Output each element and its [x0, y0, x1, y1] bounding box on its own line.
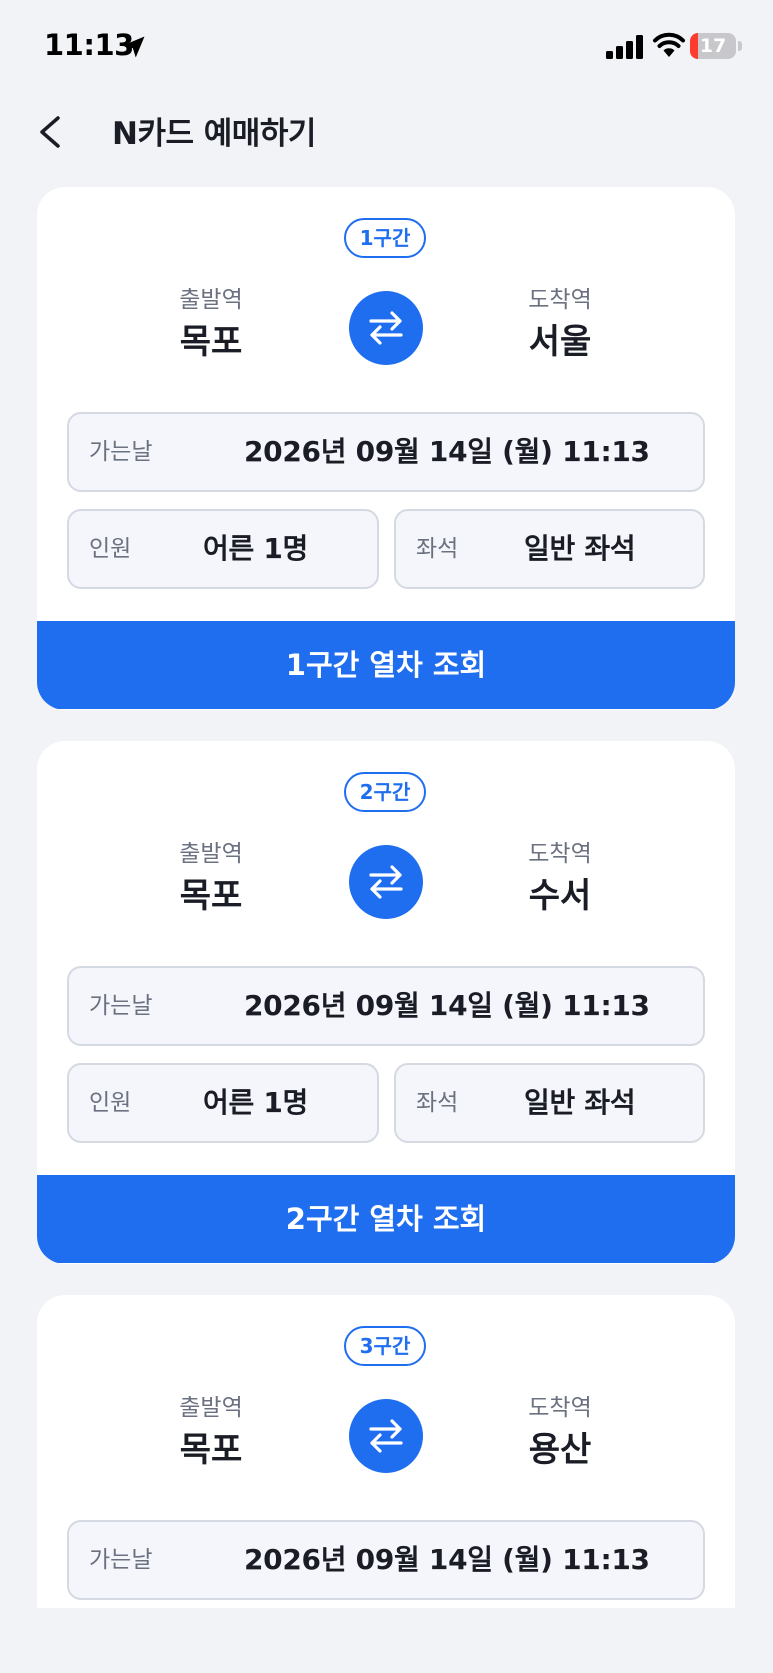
battery-level: 17 [699, 35, 727, 57]
seat-field[interactable]: 좌석 일반 좌석 [394, 1063, 705, 1143]
departure-label: 출발역 [179, 841, 243, 867]
swap-stations-button[interactable] [349, 845, 423, 919]
arrival-name: 수서 [528, 876, 592, 916]
arrival-station[interactable]: 도착역 수서 [480, 839, 640, 919]
back-button[interactable] [30, 106, 74, 158]
passenger-field[interactable]: 인원 어른 1명 [67, 509, 379, 589]
date-label: 가는날 [89, 439, 153, 465]
departure-label: 출발역 [179, 1395, 243, 1421]
arrival-station[interactable]: 도착역 용산 [480, 1393, 640, 1473]
date-value: 2026년 09월 14일 (월) 11:13 [244, 1543, 650, 1576]
search-trains-button[interactable]: 1구간 열차 조회 [37, 621, 735, 709]
header: N카드 예매하기 [0, 92, 773, 172]
passenger-label: 인원 [89, 536, 132, 562]
seat-value: 일반 좌석 [524, 1086, 636, 1119]
departure-name: 목포 [179, 322, 243, 362]
arrival-label: 도착역 [528, 287, 592, 313]
battery-icon: 17 [690, 33, 736, 59]
arrival-name: 용산 [528, 1430, 592, 1470]
arrival-station[interactable]: 도착역 서울 [480, 285, 640, 365]
bottom-safe-area [0, 1608, 773, 1673]
section-card-2: 2구간 출발역 목포 도착역 수서 가는날 2026년 09월 14일 (월) … [37, 741, 735, 1264]
swap-stations-button[interactable] [349, 291, 423, 365]
date-value: 2026년 09월 14일 (월) 11:13 [244, 989, 650, 1022]
seat-field[interactable]: 좌석 일반 좌석 [394, 509, 705, 589]
page-title: N카드 예매하기 [112, 116, 316, 152]
departure-name: 목포 [179, 876, 243, 916]
seat-label: 좌석 [416, 536, 459, 562]
departure-name: 목포 [179, 1430, 243, 1470]
departure-station[interactable]: 출발역 목포 [131, 1393, 291, 1473]
swap-arrows-icon [369, 865, 403, 899]
section-card-3: 3구간 출발역 목포 도착역 용산 가는날 2026년 09월 14일 (월) … [37, 1295, 735, 1635]
arrival-label: 도착역 [528, 841, 592, 867]
battery-cap [738, 41, 742, 51]
date-field[interactable]: 가는날 2026년 09월 14일 (월) 11:13 [67, 412, 705, 492]
chevron-left-icon [40, 116, 60, 148]
swap-arrows-icon [369, 311, 403, 345]
signal-icon [606, 35, 643, 59]
passenger-field[interactable]: 인원 어른 1명 [67, 1063, 379, 1143]
departure-label: 출발역 [179, 287, 243, 313]
swap-stations-button[interactable] [349, 1399, 423, 1473]
section-badge: 3구간 [344, 1326, 426, 1366]
date-field[interactable]: 가는날 2026년 09월 14일 (월) 11:13 [67, 1520, 705, 1600]
date-label: 가는날 [89, 993, 153, 1019]
passenger-label: 인원 [89, 1090, 132, 1116]
section-badge: 2구간 [344, 772, 426, 812]
wifi-icon [653, 32, 685, 57]
section-badge: 1구간 [344, 218, 426, 258]
arrival-name: 서울 [528, 322, 592, 362]
passenger-value: 어른 1명 [203, 1086, 309, 1119]
passenger-value: 어른 1명 [203, 532, 309, 565]
seat-label: 좌석 [416, 1090, 459, 1116]
arrival-label: 도착역 [528, 1395, 592, 1421]
status-bar: 11:13 17 [0, 0, 773, 92]
date-label: 가는날 [89, 1547, 153, 1573]
departure-station[interactable]: 출발역 목포 [131, 285, 291, 365]
date-value: 2026년 09월 14일 (월) 11:13 [244, 435, 650, 468]
seat-value: 일반 좌석 [524, 532, 636, 565]
location-arrow-icon [123, 36, 145, 58]
swap-arrows-icon [369, 1419, 403, 1453]
section-card-1: 1구간 출발역 목포 도착역 서울 가는날 2026년 09월 14일 (월) … [37, 187, 735, 710]
search-trains-button[interactable]: 2구간 열차 조회 [37, 1175, 735, 1263]
departure-station[interactable]: 출발역 목포 [131, 839, 291, 919]
date-field[interactable]: 가는날 2026년 09월 14일 (월) 11:13 [67, 966, 705, 1046]
